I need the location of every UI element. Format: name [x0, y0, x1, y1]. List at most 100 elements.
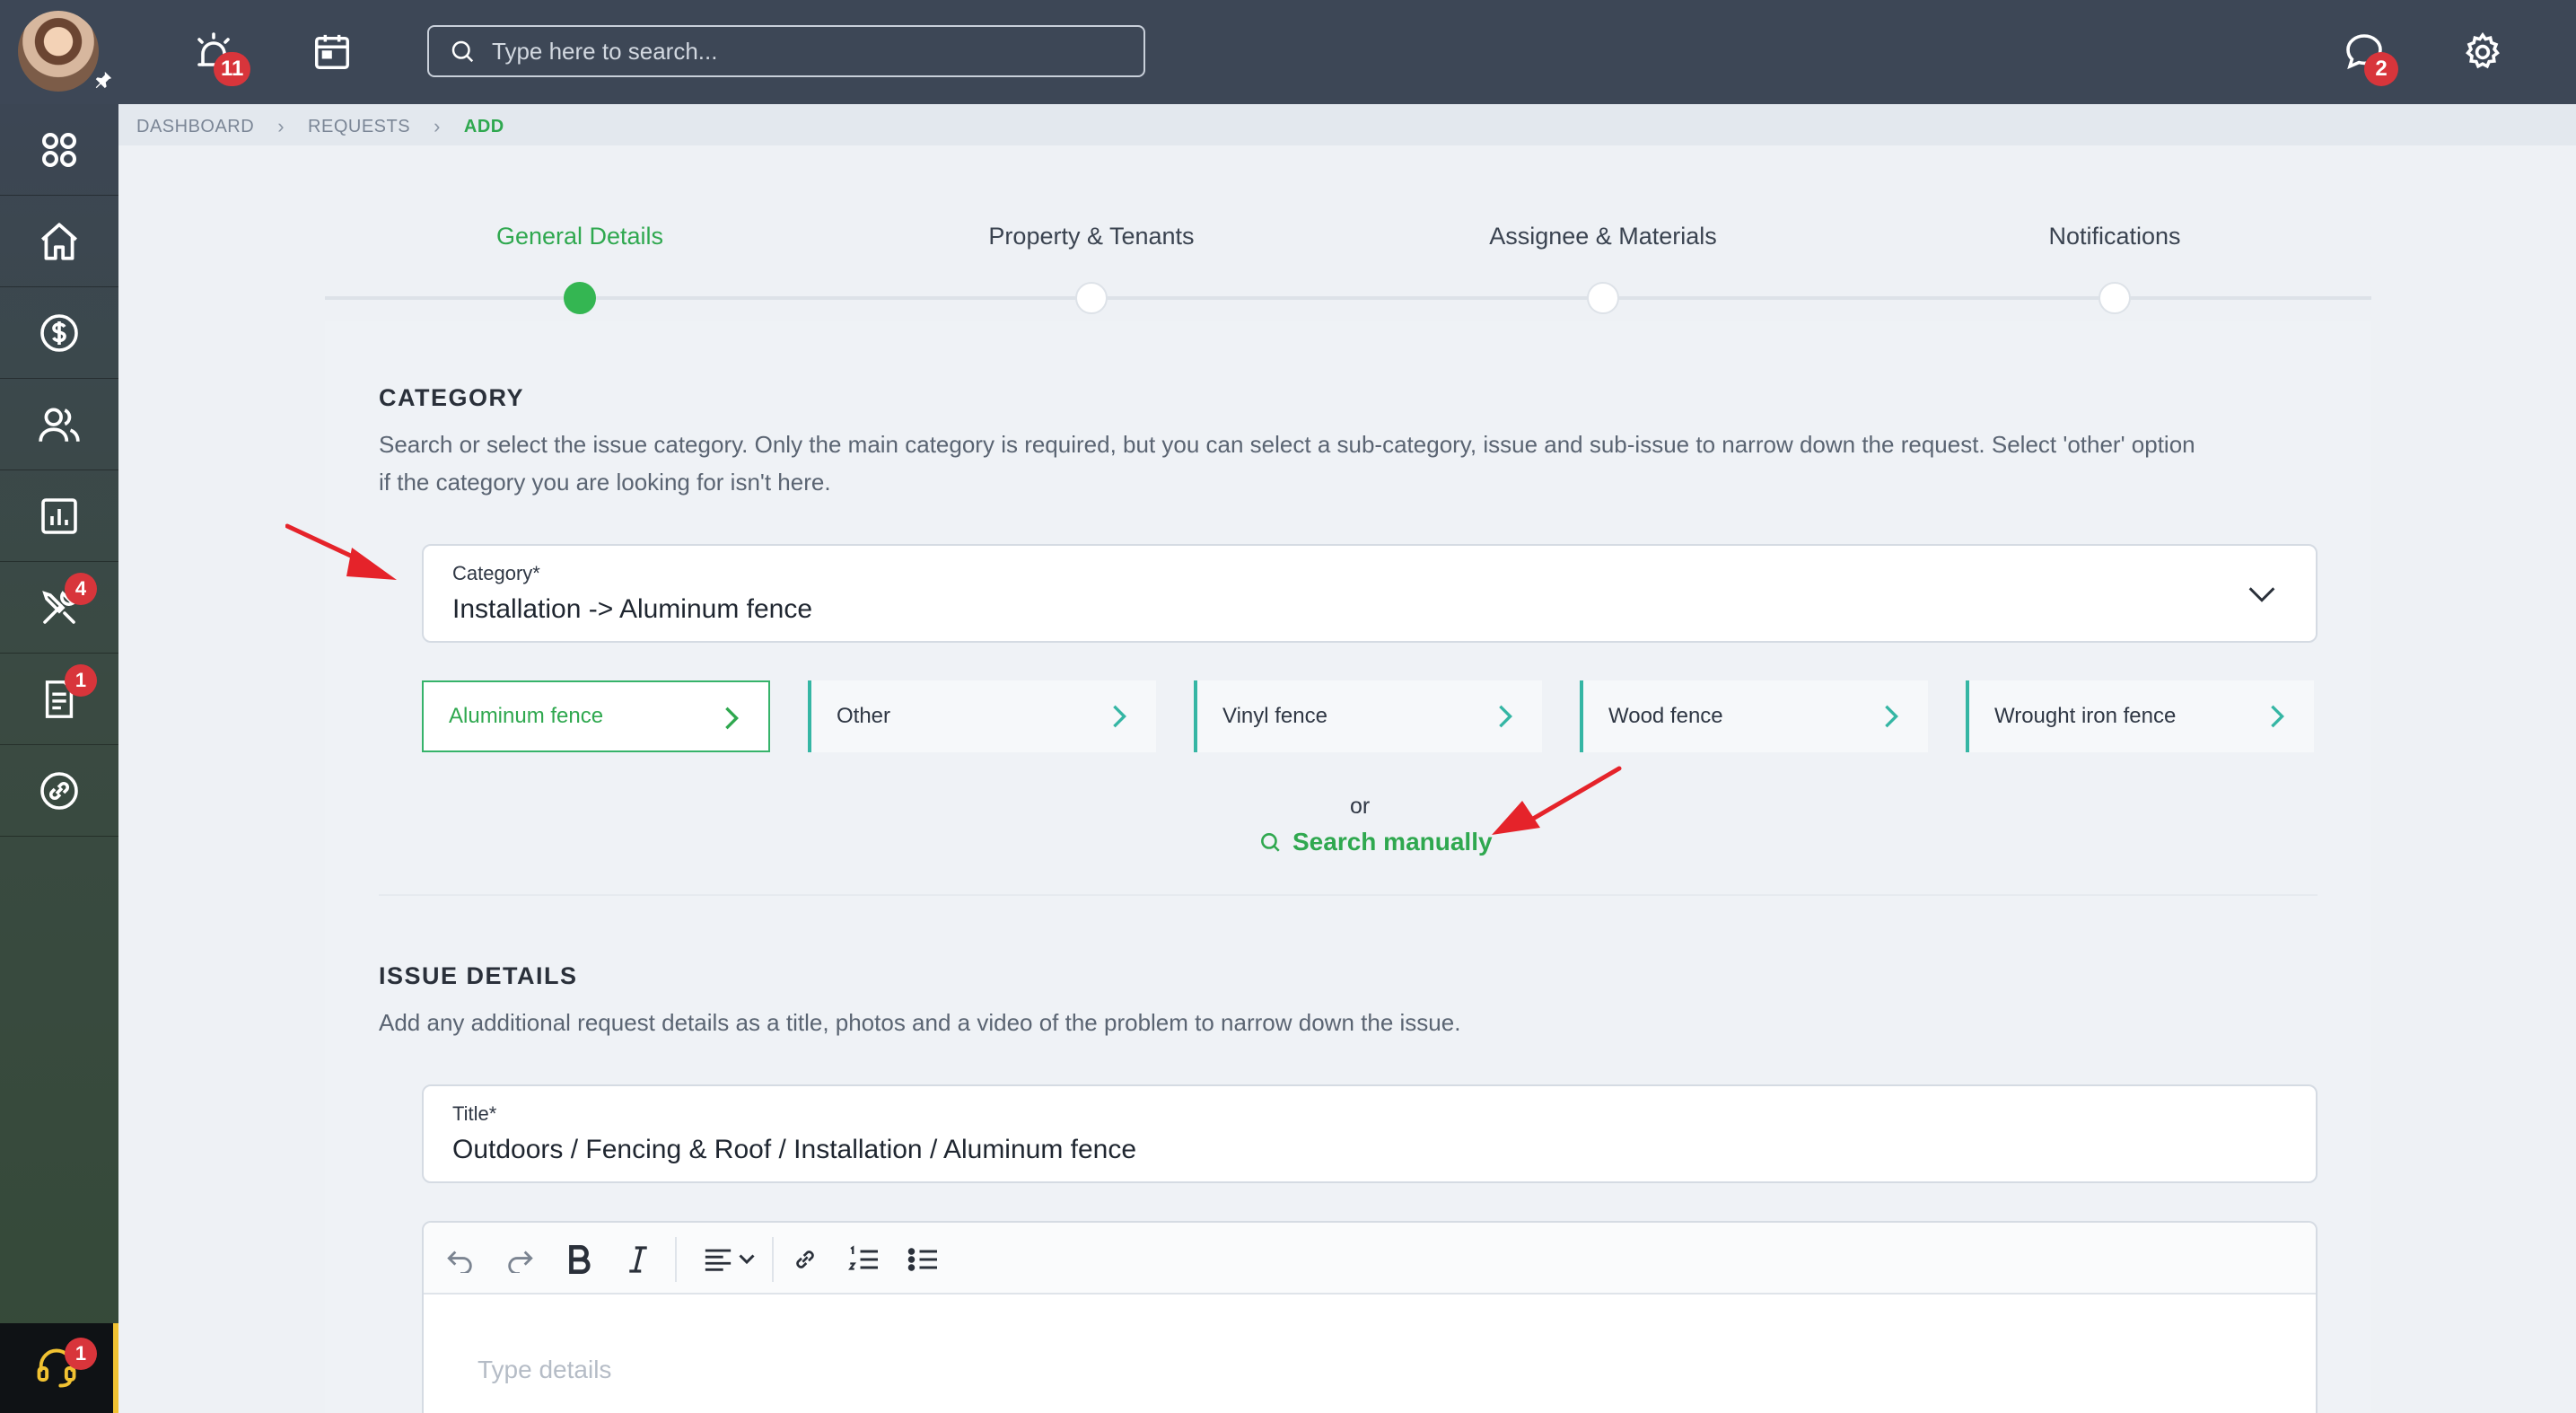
title-field[interactable]: Title* Outdoors / Fencing & Roof / Insta… [422, 1084, 2318, 1183]
sidebar-item-home[interactable] [0, 196, 118, 287]
chevron-right-icon [1885, 705, 1898, 728]
redo-button[interactable] [501, 1241, 539, 1278]
sidebar-item-reports[interactable] [0, 470, 118, 562]
category-options: Aluminum fence Other Vinyl fence Wood fe… [422, 680, 2318, 752]
bold-button[interactable] [560, 1241, 598, 1278]
settings-button[interactable] [2456, 25, 2510, 79]
category-select[interactable]: Category* Installation -> Aluminum fence [422, 544, 2318, 643]
reports-icon [41, 497, 77, 534]
step-general-details[interactable]: General Details [400, 223, 759, 250]
breadcrumb-dashboard[interactable]: DASHBOARD [136, 117, 254, 137]
pin-icon [95, 71, 112, 89]
sidebar-item-maintenance[interactable]: 4 [0, 562, 118, 654]
toolbar-divider [772, 1237, 774, 1282]
chevron-down-icon [739, 1254, 755, 1265]
or-separator: or [1350, 794, 1371, 819]
alarm-badge: 11 [214, 52, 251, 86]
category-value: Installation -> Aluminum fence [452, 594, 813, 624]
home-icon [41, 222, 77, 260]
ordered-list-button[interactable] [846, 1241, 883, 1278]
option-label: Wood fence [1608, 704, 1723, 728]
undo-icon [447, 1251, 472, 1273]
section-divider [379, 894, 2318, 896]
chevron-right-icon [1499, 705, 1512, 728]
italic-button[interactable] [619, 1241, 657, 1278]
title-label: Title* [452, 1102, 497, 1125]
annotation-arrow-icon [285, 523, 397, 580]
search-manually-label: Search manually [1292, 828, 1493, 856]
global-search[interactable] [427, 25, 1145, 77]
redo-icon [508, 1251, 533, 1273]
support-button[interactable]: 1 [0, 1323, 118, 1413]
chevron-down-icon[interactable] [2247, 584, 2276, 605]
option-label: Wrought iron fence [1994, 704, 2177, 728]
sidebar-item-finance[interactable] [0, 287, 118, 379]
step-dot-property-tenants[interactable] [1075, 282, 1108, 314]
details-editor[interactable]: Type details [422, 1221, 2318, 1413]
dollar-icon [40, 313, 78, 352]
link-button[interactable] [786, 1241, 824, 1278]
issue-details-description: Add any additional request details as a … [379, 1009, 1461, 1036]
calendar-icon [315, 34, 349, 69]
step-dot-notifications[interactable] [2098, 282, 2131, 314]
sidebar-item-dashboard[interactable] [0, 104, 118, 196]
category-label: Category* [452, 562, 540, 584]
avatar[interactable] [18, 11, 99, 92]
alarm-button[interactable]: 11 [187, 25, 251, 86]
breadcrumb-add: ADD [463, 116, 504, 136]
gear-icon [2466, 31, 2500, 69]
title-value[interactable]: Outdoors / Fencing & Roof / Installation… [452, 1135, 1136, 1165]
link-icon [796, 1251, 814, 1268]
undo-button[interactable] [442, 1241, 479, 1278]
option-other[interactable]: Other [808, 680, 1156, 752]
option-label: Other [837, 704, 891, 728]
align-left-icon [705, 1249, 732, 1271]
bullet-list-icon [907, 1248, 937, 1271]
sidebar: 4 1 [0, 104, 118, 1413]
step-assignee-materials[interactable]: Assignee & Materials [1424, 223, 1783, 250]
search-manually-link[interactable]: Search manually [1258, 828, 1493, 856]
option-wood-fence[interactable]: Wood fence [1580, 680, 1928, 752]
search-icon [451, 40, 474, 63]
chat-badge: 2 [2364, 52, 2398, 86]
align-dropdown[interactable] [693, 1241, 765, 1278]
maintenance-badge: 4 [65, 573, 97, 605]
sidebar-item-documents[interactable]: 1 [0, 654, 118, 745]
option-wrought-iron-fence[interactable]: Wrought iron fence [1966, 680, 2314, 752]
profile-area[interactable] [0, 0, 118, 104]
top-bar: 11 2 [0, 0, 2576, 104]
italic-icon [629, 1246, 647, 1273]
step-dot-assignee-materials[interactable] [1587, 282, 1619, 314]
option-label: Vinyl fence [1222, 704, 1327, 728]
chat-button[interactable]: 2 [2337, 25, 2398, 86]
step-property-tenants[interactable]: Property & Tenants [912, 223, 1271, 250]
breadcrumb-requests[interactable]: REQUESTS [308, 117, 410, 137]
sidebar-item-people[interactable] [0, 379, 118, 470]
category-heading: CATEGORY [379, 384, 525, 411]
chevron-right-icon: › [277, 115, 285, 137]
sidebar-item-links[interactable] [0, 745, 118, 837]
stepper-track [325, 296, 2371, 300]
issue-details-heading: ISSUE DETAILS [379, 962, 578, 989]
option-label: Aluminum fence [449, 704, 604, 728]
bullet-list-button[interactable] [905, 1241, 942, 1278]
chevron-right-icon: › [434, 115, 441, 137]
step-dot-general-details[interactable] [564, 282, 596, 314]
option-vinyl-fence[interactable]: Vinyl fence [1194, 680, 1542, 752]
support-badge: 1 [65, 1338, 97, 1370]
category-description-line2: if the category you are looking for isn'… [379, 469, 831, 496]
documents-badge: 1 [65, 664, 97, 697]
search-input[interactable] [492, 37, 1120, 66]
step-notifications[interactable]: Notifications [1935, 223, 2294, 250]
chevron-right-icon [2271, 705, 2284, 728]
chevron-right-icon [1113, 705, 1126, 728]
toolbar-divider [675, 1237, 677, 1282]
chevron-right-icon [725, 706, 739, 730]
ordered-list-icon [848, 1245, 878, 1270]
option-aluminum-fence[interactable]: Aluminum fence [422, 680, 770, 752]
calendar-button[interactable] [305, 25, 359, 79]
category-description-line1: Search or select the issue category. Onl… [379, 431, 2195, 458]
bold-icon [569, 1245, 591, 1274]
annotation-arrow-icon [1492, 766, 1622, 835]
link-icon [40, 771, 78, 810]
